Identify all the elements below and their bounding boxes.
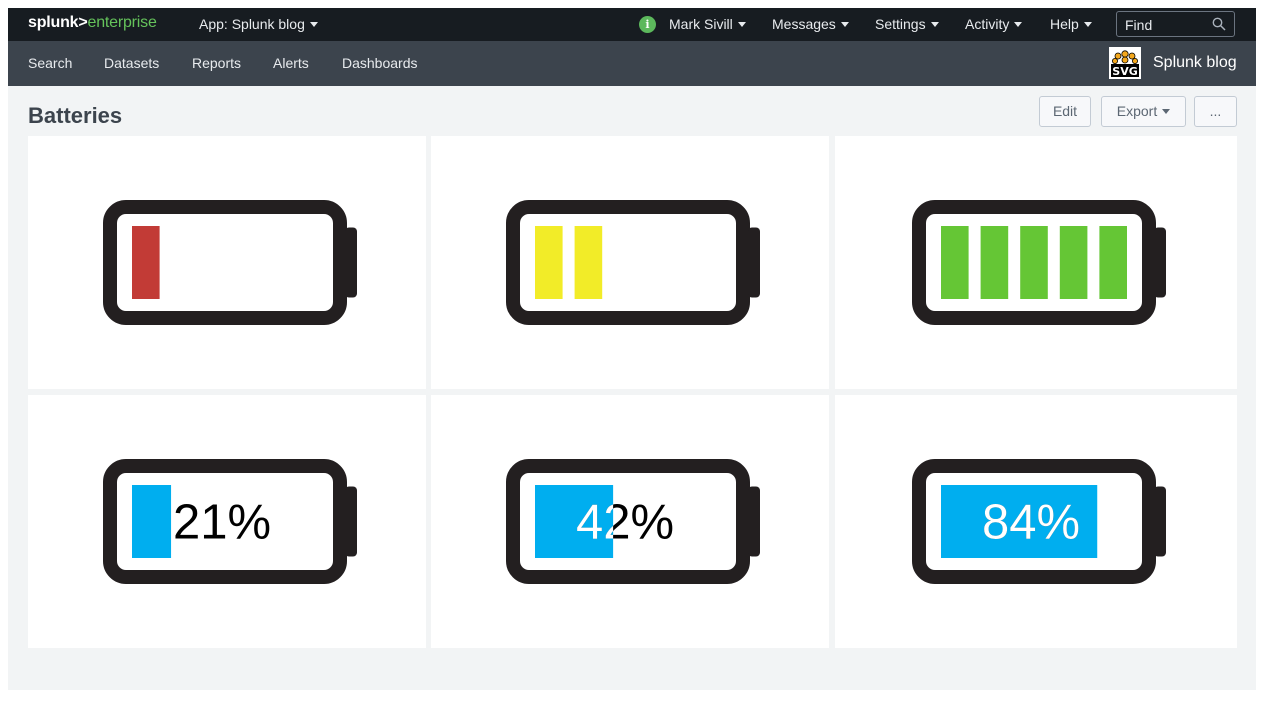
nav-alerts[interactable]: Alerts <box>273 55 309 71</box>
chevron-down-icon <box>930 22 939 27</box>
battery-graphic <box>103 200 357 325</box>
nav-reports[interactable]: Reports <box>192 55 241 71</box>
export-button[interactable]: Export <box>1101 96 1186 127</box>
battery-percent-label: 21% <box>173 496 271 550</box>
battery-terminal <box>345 227 357 298</box>
battery-terminal <box>748 486 760 557</box>
chevron-down-icon <box>737 22 746 27</box>
app-menu[interactable]: App: Splunk blog <box>199 16 318 32</box>
battery-panel <box>835 136 1237 389</box>
app-nav-bar: Search Datasets Reports Alerts Dashboard… <box>8 41 1256 86</box>
battery-graphic <box>506 200 760 325</box>
user-menu[interactable]: Mark Sivill <box>669 16 746 32</box>
page-title: Batteries <box>28 103 123 128</box>
battery-graphic: 84%84% <box>912 459 1166 584</box>
settings-menu[interactable]: Settings <box>875 16 939 32</box>
app-name: Splunk blog <box>1153 54 1237 71</box>
app-icon-text: SVG <box>1112 65 1137 78</box>
battery-panel <box>431 136 829 389</box>
splunk-logo[interactable]: splunk>enterprise <box>28 14 157 32</box>
activity-menu-label: Activity <box>965 16 1010 32</box>
messages-menu-label: Messages <box>772 16 836 32</box>
app-menu-label: App: Splunk blog <box>199 16 305 32</box>
chevron-down-icon <box>1014 22 1023 27</box>
nav-datasets[interactable]: Datasets <box>104 55 159 71</box>
info-icon[interactable]: i <box>639 16 656 33</box>
splunk-window: splunk>enterprise App: Splunk blog i Mar… <box>8 8 1256 690</box>
more-button[interactable]: ... <box>1194 96 1237 127</box>
battery-terminal <box>748 227 760 298</box>
top-bar: splunk>enterprise App: Splunk blog i Mar… <box>8 8 1256 41</box>
edit-button[interactable]: Edit <box>1039 96 1091 127</box>
battery-segment <box>980 226 1009 299</box>
export-button-label: Export <box>1116 103 1158 119</box>
battery-graphic <box>912 200 1166 325</box>
help-menu[interactable]: Help <box>1050 16 1092 32</box>
logo-product: enterprise <box>87 14 157 31</box>
help-menu-label: Help <box>1050 16 1079 32</box>
battery-panel: 84% 84% <box>835 395 1237 648</box>
battery-panel <box>28 136 426 389</box>
battery-segment <box>1020 226 1048 299</box>
battery-panel: 21% 21% <box>28 395 426 648</box>
logo-main: splunk> <box>28 14 88 31</box>
chevron-down-icon <box>1083 22 1092 27</box>
search-icon[interactable] <box>1212 17 1226 31</box>
battery-panel: 42% 42% <box>431 395 829 648</box>
user-menu-label: Mark Sivill <box>669 16 733 32</box>
find-input[interactable] <box>1123 15 1215 35</box>
battery-graphic: 21%21% <box>103 459 357 584</box>
activity-menu[interactable]: Activity <box>965 16 1023 32</box>
chevron-down-icon <box>1162 109 1171 114</box>
battery-segment <box>941 226 969 299</box>
nav-search[interactable]: Search <box>28 55 72 71</box>
battery-segment <box>1099 226 1127 299</box>
battery-segment <box>574 226 603 299</box>
battery-segment <box>535 226 563 299</box>
nav-dashboards[interactable]: Dashboards <box>342 55 418 71</box>
battery-fill-bar <box>132 485 172 558</box>
battery-terminal <box>345 486 357 557</box>
battery-percent-label-overlay: 84% <box>982 496 1080 550</box>
battery-terminal <box>1154 227 1166 298</box>
messages-menu[interactable]: Messages <box>772 16 849 32</box>
battery-segment <box>1059 226 1088 299</box>
battery-segment <box>132 226 160 299</box>
chevron-down-icon <box>309 22 318 27</box>
svg-app-icon: SVG <box>1109 47 1141 79</box>
battery-terminal <box>1154 486 1166 557</box>
settings-menu-label: Settings <box>875 16 926 32</box>
chevron-down-icon <box>840 22 849 27</box>
battery-graphic: 42%42% <box>506 459 760 584</box>
find-box <box>1116 11 1235 37</box>
